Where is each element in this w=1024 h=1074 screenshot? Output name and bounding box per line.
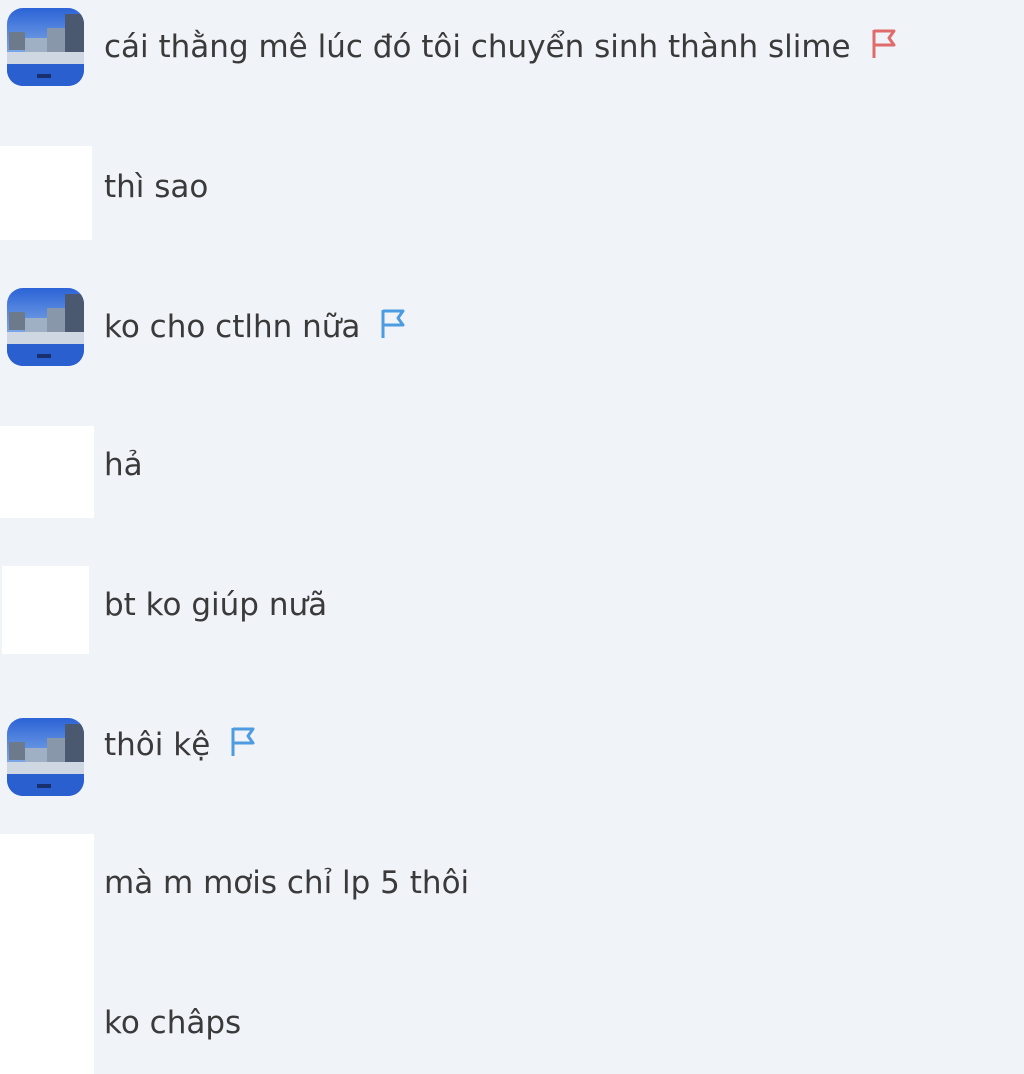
message-text: mà m mơis chỉ lp 5 thôi [104,844,469,922]
flag-icon[interactable] [869,26,899,60]
chat-message: cái thằng mê lúc đó tôi chuyển sinh thàn… [0,8,1024,88]
chat-thread: cái thằng mê lúc đó tôi chuyển sinh thàn… [0,0,1024,1074]
message-text-content: cái thằng mê lúc đó tôi chuyển sinh thàn… [104,29,851,65]
avatar[interactable] [2,566,89,654]
message-text: bt ko giúp nưã [104,566,327,644]
chat-message: ko châps [0,984,1024,1064]
chat-message: thì sao [0,146,1024,240]
message-text-content: hả [104,447,143,483]
city-photo-avatar-image [7,8,84,86]
avatar[interactable] [0,146,92,240]
message-text: hả [104,426,143,504]
city-photo-avatar-image [7,718,84,796]
message-text: ko châps [104,984,241,1062]
message-text-content: ko châps [104,1005,242,1041]
avatar[interactable] [7,8,84,86]
chat-message: mà m mơis chỉ lp 5 thôi [0,834,1024,1074]
city-photo-avatar-image [7,288,84,366]
message-text-content: bt ko giúp nưã [104,587,328,623]
avatar[interactable] [7,288,84,366]
flag-icon[interactable] [228,724,258,758]
message-text-content: thôi kệ [104,727,211,763]
chat-message: ko cho ctlhn nữa [0,288,1024,368]
chat-message: bt ko giúp nưã [0,566,1024,654]
message-text: thì sao [104,148,208,226]
message-text-content: mà m mơis chỉ lp 5 thôi [104,865,470,901]
message-text: thôi kệ [104,706,258,784]
chat-message: hả [0,426,1024,518]
message-text: cái thằng mê lúc đó tôi chuyển sinh thàn… [104,8,899,86]
message-text-content: ko cho ctlhn nữa [104,309,361,345]
message-text: ko cho ctlhn nữa [104,288,408,366]
avatar[interactable] [0,426,94,518]
flag-icon[interactable] [378,306,408,340]
message-text-content: thì sao [104,169,209,205]
chat-message: thôi kệ [0,706,1024,796]
avatar[interactable] [7,718,84,796]
